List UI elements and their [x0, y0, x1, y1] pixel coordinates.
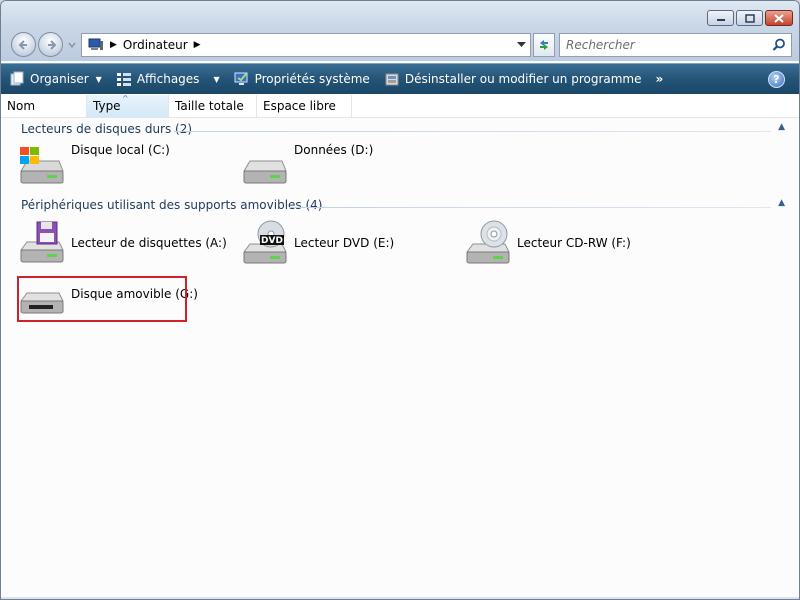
back-arrow-icon	[18, 39, 27, 50]
system-properties-button[interactable]: Propriétés système	[226, 64, 376, 94]
recent-pages-dropdown[interactable]	[67, 40, 77, 50]
forward-button[interactable]	[38, 32, 63, 57]
navigation-bar: ▶ Ordinateur ▶ Rechercher	[9, 32, 793, 58]
drive-item-e[interactable]: DVD Lecteur DVD (E:)	[240, 220, 455, 268]
column-free-space-label: Espace libre	[263, 99, 336, 113]
column-header-name[interactable]: Nom	[1, 95, 87, 117]
maximize-button[interactable]	[736, 10, 763, 26]
breadcrumb-computer[interactable]: Ordinateur	[123, 38, 188, 52]
drive-label: Données (D:)	[294, 143, 374, 157]
group-header-hard-disks[interactable]: Lecteurs de disques durs (2) ▲	[1, 122, 799, 140]
help-button[interactable]: ?	[768, 71, 785, 88]
group-label: Lecteurs de disques durs (2)	[21, 122, 193, 136]
system-properties-label: Propriétés système	[254, 72, 370, 86]
more-commands-button[interactable]: »	[648, 64, 670, 94]
column-type-label: Type	[93, 99, 121, 113]
explorer-window: ▶ Ordinateur ▶ Rechercher Organiser ▼ Af…	[0, 0, 800, 600]
title-bar: ▶ Ordinateur ▶ Rechercher	[1, 1, 799, 61]
group-header-removable[interactable]: Périphériques utilisant des supports amo…	[1, 198, 799, 216]
sort-ascending-icon: ^	[122, 94, 129, 103]
breadcrumb-child-arrow-icon[interactable]: ▶	[194, 40, 201, 50]
collapse-group-icon[interactable]: ▲	[778, 122, 785, 132]
uninstall-label: Désinstaller ou modifier un programme	[404, 72, 642, 86]
organize-label: Organiser	[30, 72, 89, 86]
column-name-label: Nom	[7, 99, 36, 113]
command-bar: Organiser ▼ Affichages ▼ Propriétés syst…	[1, 63, 799, 94]
system-properties-icon	[234, 72, 248, 85]
drive-label: Lecteur de disquettes (A:)	[71, 236, 227, 250]
back-button[interactable]	[11, 32, 36, 57]
window-controls	[707, 10, 793, 26]
uninstall-icon	[385, 73, 399, 86]
dvd-drive-icon: DVD	[243, 220, 287, 264]
drive-item-a[interactable]: Lecteur de disquettes (A:)	[17, 220, 232, 268]
search-placeholder: Rechercher	[566, 38, 635, 52]
drive-item-f[interactable]: Lecteur CD-RW (F:)	[463, 220, 678, 268]
refresh-icon	[540, 40, 548, 50]
help-icon: ?	[773, 73, 780, 86]
hard-drive-icon	[243, 160, 287, 184]
close-icon	[774, 13, 784, 23]
column-header-type[interactable]: ^ Type	[87, 94, 169, 117]
group-divider	[174, 131, 771, 132]
floppy-drive-icon	[20, 221, 64, 263]
drive-label: Disque local (C:)	[71, 143, 170, 157]
group-label: Périphériques utilisant des supports amo…	[21, 198, 323, 212]
collapse-group-icon[interactable]: ▲	[778, 198, 785, 208]
uninstall-program-button[interactable]: Désinstaller ou modifier un programme	[376, 64, 648, 94]
views-menu-button[interactable]: Affichages ▼	[108, 64, 226, 94]
column-header-free-space[interactable]: Espace libre	[257, 95, 352, 117]
views-icon	[116, 73, 131, 86]
column-total-size-label: Taille totale	[175, 99, 244, 113]
organize-dropdown-icon: ▼	[95, 74, 102, 84]
minimize-icon	[716, 19, 725, 21]
breadcrumb-separator-icon[interactable]: ▶	[110, 40, 117, 50]
search-box[interactable]: Rechercher	[559, 33, 792, 57]
views-label: Affichages	[136, 72, 200, 86]
dvd-badge: DVD	[261, 236, 283, 246]
file-list-pane: Lecteurs de disques durs (2) ▲ Disque lo…	[1, 119, 799, 599]
organize-menu-button[interactable]: Organiser ▼	[1, 64, 108, 94]
window-bottom-border	[1, 597, 799, 599]
drive-item-c[interactable]: Disque local (C:)	[17, 141, 232, 189]
maximize-icon	[744, 13, 755, 23]
hard-drive-windows-icon	[20, 147, 64, 184]
refresh-button[interactable]	[533, 33, 555, 57]
views-dropdown-icon: ▼	[213, 74, 220, 84]
organize-icon	[10, 71, 24, 86]
more-commands-icon: »	[655, 72, 664, 86]
drive-label: Lecteur CD-RW (F:)	[517, 236, 631, 250]
close-button[interactable]	[765, 10, 793, 26]
address-history-dropdown-icon[interactable]	[517, 42, 526, 48]
drive-item-d[interactable]: Données (D:)	[240, 141, 455, 189]
group-divider	[289, 207, 771, 208]
minimize-button[interactable]	[707, 10, 734, 26]
forward-arrow-icon	[47, 39, 56, 50]
computer-icon	[88, 38, 103, 50]
selection-highlight-box	[17, 276, 187, 322]
drive-label: Lecteur DVD (E:)	[294, 236, 395, 250]
cd-drive-icon	[466, 220, 510, 264]
column-header-row: Nom ^ Type Taille totale Espace libre	[1, 94, 799, 118]
search-icon[interactable]	[772, 38, 786, 52]
column-header-total-size[interactable]: Taille totale	[169, 95, 257, 117]
address-bar[interactable]: ▶ Ordinateur ▶	[81, 33, 531, 57]
